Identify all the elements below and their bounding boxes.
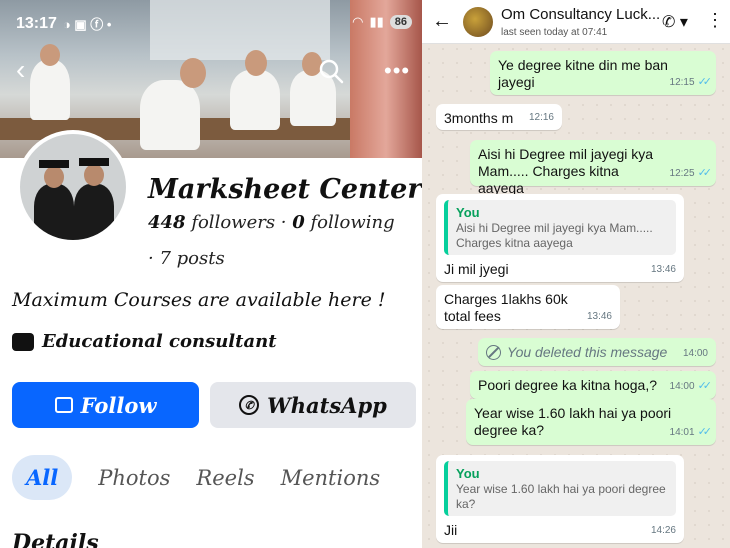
message-bubble[interactable]: You Aisi hi Degree mil jayegi kya Mam...… <box>436 194 684 282</box>
battery-indicator: 86 <box>389 15 412 29</box>
page-bio: Maximum Courses are available here ! <box>12 289 386 311</box>
profile-tabs: All Photos Reels Mentions <box>12 455 380 500</box>
message-bubble[interactable]: You Year wise 1.60 lakh hai ya poori deg… <box>436 455 684 543</box>
posts-count: · 7 posts <box>148 248 225 269</box>
read-receipt-icon: ✓✓ <box>697 426 713 438</box>
facebook-profile-panel: 13:17 ◑ ▣ ⓕ • ◠ ▮▮ 86 ‹ ••• Marksheet Ce… <box>0 0 422 548</box>
message-time: 12:15 <box>669 77 695 88</box>
notification-icons: ◑ ▣ ⓕ • <box>62 17 112 32</box>
clock: 13:17 <box>16 14 57 32</box>
following-count[interactable]: 0 <box>292 212 305 233</box>
quoted-text: Aisi hi Degree mil jayegi kya Mam..... C… <box>456 221 653 250</box>
following-label[interactable]: following <box>311 212 395 233</box>
follow-button[interactable]: Follow <box>12 382 199 428</box>
call-icon[interactable]: ✆ ▾ <box>662 12 688 32</box>
message-time: 14:26 <box>650 525 676 536</box>
profile-picture[interactable] <box>16 130 130 244</box>
status-bar-right: ◠ ▮▮ 86 <box>352 14 412 30</box>
whatsapp-chat-panel: ← Om Consultancy Luck... last seen today… <box>422 0 730 548</box>
message-time: 13:46 <box>650 264 676 275</box>
message-bubble[interactable]: Aisi hi Degree mil jayegi kya Mam..... C… <box>470 140 716 196</box>
message-bubble[interactable]: Ye degree kitne din me ban jayegi 12:15 ✓… <box>490 51 716 95</box>
follower-stats: 448 followers · 0 following <box>148 212 395 233</box>
last-seen-status: last seen today at 07:41 <box>501 27 608 38</box>
message-text: Jii <box>444 522 458 538</box>
more-options-icon[interactable]: ••• <box>384 58 410 84</box>
chat-header: ← Om Consultancy Luck... last seen today… <box>422 0 730 44</box>
search-icon[interactable] <box>318 58 344 84</box>
contact-avatar[interactable] <box>463 7 493 37</box>
tab-mentions[interactable]: Mentions <box>281 456 381 500</box>
follow-label: Follow <box>80 392 157 418</box>
details-heading: Details <box>12 530 99 548</box>
message-bubble[interactable]: Poori degree ka kitna hoga,? 14:00 ✓✓ <box>470 371 716 399</box>
whatsapp-icon: ✆ <box>239 395 260 415</box>
message-time: 12:25 <box>669 168 695 179</box>
whatsapp-button[interactable]: ✆ WhatsApp <box>210 382 416 428</box>
wifi-icon: ◠ <box>352 14 364 29</box>
contact-name[interactable]: Om Consultancy Luck... <box>501 6 660 23</box>
signal-icon: ▮▮ <box>369 14 384 29</box>
read-receipt-icon: ✓✓ <box>697 76 713 88</box>
read-receipt-icon: ✓✓ <box>697 167 713 179</box>
page-category: Educational consultant <box>12 331 277 352</box>
message-time: 13:46 <box>586 311 612 322</box>
message-bubble[interactable]: Charges 1lakhs 60k total fees 13:46 <box>436 285 620 329</box>
message-text: Aisi hi Degree mil jayegi kya Mam..... C… <box>478 146 654 196</box>
whatsapp-label: WhatsApp <box>267 392 387 418</box>
tab-reels[interactable]: Reels <box>196 456 254 500</box>
menu-icon[interactable]: ⋮ <box>706 10 724 31</box>
back-arrow-icon[interactable]: ‹ <box>16 56 25 84</box>
message-time: 14:00 <box>682 348 708 359</box>
deleted-icon <box>486 345 501 360</box>
status-bar: 13:17 ◑ ▣ ⓕ • <box>16 14 111 33</box>
quoted-message[interactable]: You Aisi hi Degree mil jayegi kya Mam...… <box>444 200 676 255</box>
quoted-message[interactable]: You Year wise 1.60 lakh hai ya poori deg… <box>444 461 676 516</box>
message-time: 14:00 <box>669 381 695 392</box>
follow-icon <box>54 397 73 413</box>
message-bubble[interactable]: 3months m 12:16 <box>436 104 562 130</box>
quoted-text: Year wise 1.60 lakh hai ya poori degree … <box>456 482 666 511</box>
category-label: Educational consultant <box>42 331 277 352</box>
followers-count[interactable]: 448 <box>148 212 186 233</box>
message-time: 14:01 <box>669 427 695 438</box>
message-text: Charges 1lakhs 60k total fees <box>444 291 568 324</box>
quoted-author: You <box>456 205 480 220</box>
tab-all[interactable]: All <box>12 455 73 500</box>
category-icon <box>12 332 34 351</box>
deleted-message-text: You deleted this message <box>507 344 668 360</box>
deleted-message-bubble[interactable]: You deleted this message 14:00 <box>478 338 716 366</box>
message-bubble[interactable]: Year wise 1.60 lakh hai ya poori degree … <box>466 399 716 445</box>
message-time: 12:16 <box>528 112 554 123</box>
tab-photos[interactable]: Photos <box>98 456 170 500</box>
followers-label[interactable]: followers <box>191 212 275 233</box>
message-text: Ji mil jyegi <box>444 261 509 277</box>
message-text: Year wise 1.60 lakh hai ya poori degree … <box>474 405 672 438</box>
quoted-author: You <box>456 466 480 481</box>
read-receipt-icon: ✓✓ <box>697 380 713 392</box>
back-arrow-icon[interactable]: ← <box>432 10 452 33</box>
page-title: Marksheet Center <box>148 174 422 205</box>
